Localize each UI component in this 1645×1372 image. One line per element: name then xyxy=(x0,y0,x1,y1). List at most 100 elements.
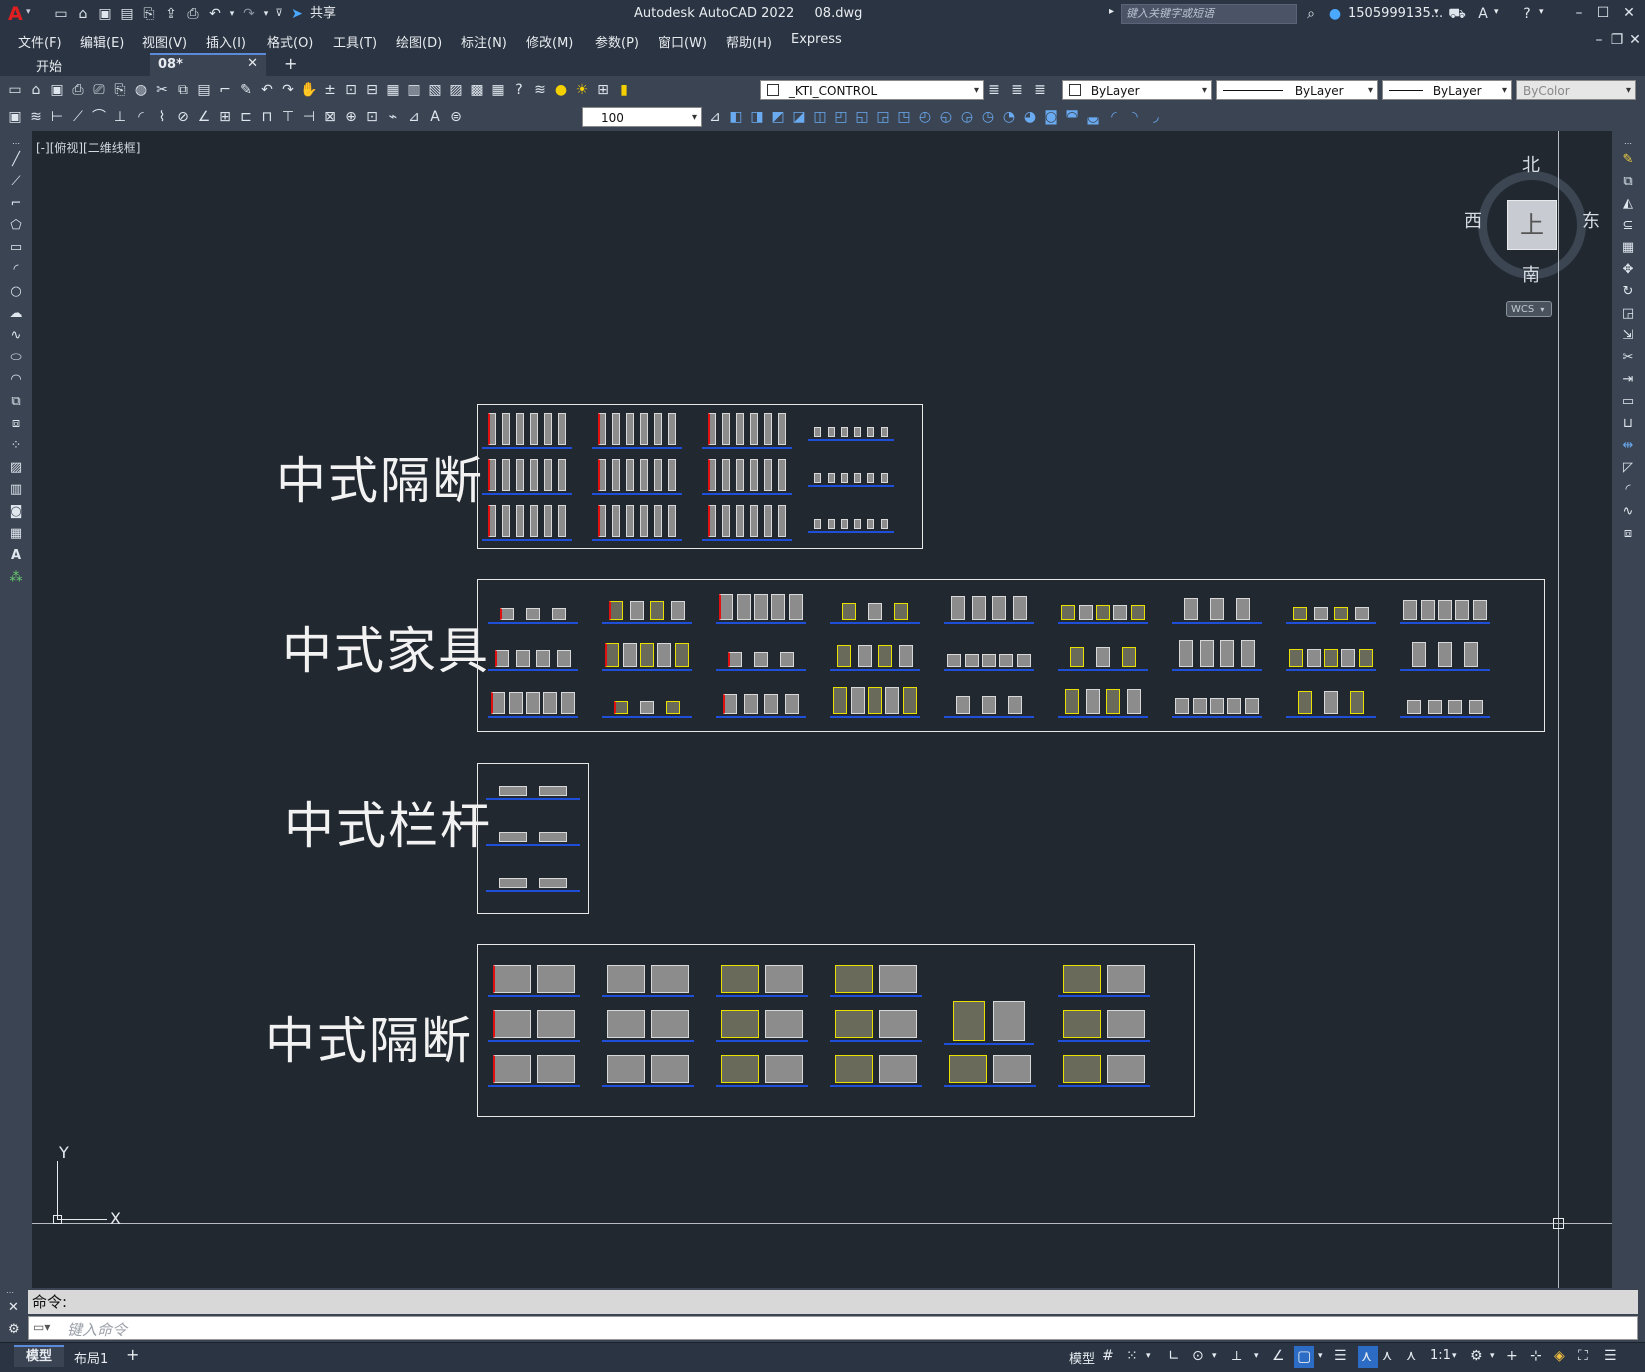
doc-minimize-icon[interactable]: – xyxy=(1590,31,1608,49)
clean-icon[interactable]: ◔ xyxy=(1000,108,1018,126)
layer-dropdown[interactable]: _KTI_CONTROL ▾ xyxy=(760,80,984,100)
partition-block[interactable] xyxy=(592,409,682,449)
export-icon[interactable]: ⎘ xyxy=(140,5,158,23)
layer-freeze-sun-icon[interactable]: ☀ xyxy=(573,81,591,99)
furniture-block[interactable] xyxy=(944,633,1034,671)
new-tab-plus-icon[interactable]: + xyxy=(284,54,297,73)
subtract-icon[interactable]: ◩ xyxy=(769,108,787,126)
partition-block[interactable] xyxy=(482,501,572,541)
rotate-faces-icon[interactable]: ◳ xyxy=(895,108,913,126)
circle-icon[interactable]: ○ xyxy=(7,283,25,301)
menu-tools[interactable]: 工具(T) xyxy=(333,32,377,51)
partition-arch-block[interactable] xyxy=(944,1053,1036,1087)
customization-menu-icon[interactable]: ☰ xyxy=(1604,1348,1617,1364)
copy-object-icon[interactable]: ⧉ xyxy=(1619,173,1637,191)
partition-block[interactable] xyxy=(702,501,792,541)
partition-arch-block[interactable] xyxy=(488,963,580,997)
tolerance-icon[interactable]: ⊠ xyxy=(321,108,339,126)
clean-screen-icon[interactable]: ⛶ xyxy=(1578,1348,1588,1364)
break-at-point-icon[interactable]: ▭ xyxy=(1619,393,1637,411)
furniture-block[interactable] xyxy=(1058,633,1148,671)
tab-close-icon[interactable]: ✕ xyxy=(247,56,258,71)
user-dropdown-icon[interactable]: ▾ xyxy=(1434,7,1439,17)
shell-icon[interactable]: ◙ xyxy=(1042,108,1060,126)
table-icon[interactable]: ▦ xyxy=(7,525,25,543)
ellipse-icon[interactable]: ⬭ xyxy=(7,349,25,367)
erase-icon[interactable]: ✎ xyxy=(1619,151,1637,169)
menu-insert[interactable]: 插入(I) xyxy=(206,32,246,51)
copy-faces-icon[interactable]: ◵ xyxy=(937,108,955,126)
layer-lock-icon[interactable]: ▮ xyxy=(615,81,633,99)
plot-publish-icon[interactable]: ⎘ xyxy=(111,81,129,99)
menu-format[interactable]: 格式(O) xyxy=(267,32,313,51)
markup-icon[interactable]: ▩ xyxy=(468,81,486,99)
jogged-icon[interactable]: ⌇ xyxy=(153,108,171,126)
radius-icon[interactable]: ◜ xyxy=(132,108,150,126)
tb-undo-icon[interactable]: ↶ xyxy=(258,81,276,99)
autodesk-dropdown-icon[interactable]: ▾ xyxy=(1494,7,1499,17)
ortho-icon[interactable]: ∟ xyxy=(1168,1348,1180,1364)
plotstyle-dropdown[interactable]: ByColor ▾ xyxy=(1516,80,1636,100)
extrude-faces-icon[interactable]: ◫ xyxy=(811,108,829,126)
revision-cloud-icon[interactable]: ☁ xyxy=(7,305,25,323)
partition-arch-block[interactable] xyxy=(830,1008,922,1042)
furniture-block[interactable] xyxy=(602,680,692,718)
menu-dimension[interactable]: 标注(N) xyxy=(461,32,507,51)
menu-modify[interactable]: 修改(M) xyxy=(526,32,573,51)
intersect-icon[interactable]: ◪ xyxy=(790,108,808,126)
annotation-monitor-icon[interactable]: + xyxy=(1506,1348,1518,1364)
maximize-icon[interactable]: ☐ xyxy=(1594,4,1612,22)
layer-state-icon[interactable]: ≣ xyxy=(1031,81,1049,99)
share-label[interactable]: 共享 xyxy=(310,5,336,23)
furniture-block[interactable] xyxy=(830,633,920,671)
furniture-block[interactable] xyxy=(1286,633,1376,671)
rotate-icon[interactable]: ↻ xyxy=(1619,283,1637,301)
partition-arch-block[interactable] xyxy=(602,1008,694,1042)
viewcube-top-face[interactable]: 上 xyxy=(1507,200,1557,250)
auto-scale-icon[interactable]: ⋏ xyxy=(1382,1348,1392,1364)
join-icon[interactable]: ⇹ xyxy=(1619,437,1637,455)
autocad-logo[interactable]: A xyxy=(8,3,23,25)
annotation-scale-value[interactable]: 1:1 xyxy=(1430,1348,1451,1363)
undo-icon[interactable]: ↶ xyxy=(206,5,224,23)
menu-window[interactable]: 窗口(W) xyxy=(658,32,707,51)
baseline-icon[interactable]: ⊏ xyxy=(237,108,255,126)
globe-icon[interactable]: ◍ xyxy=(132,81,150,99)
furniture-block[interactable] xyxy=(1400,633,1490,671)
multiline-text-icon[interactable]: A xyxy=(7,547,25,565)
compass-south[interactable]: 南 xyxy=(1522,261,1540,287)
furniture-block[interactable] xyxy=(602,633,692,671)
furniture-block[interactable] xyxy=(1400,680,1490,718)
tb-redo-icon[interactable]: ↷ xyxy=(279,81,297,99)
linetype-dropdown[interactable]: ByLayer ▾ xyxy=(1216,80,1378,100)
furniture-block[interactable] xyxy=(488,633,578,671)
railing-block[interactable] xyxy=(486,774,580,800)
furniture-block[interactable] xyxy=(830,586,920,624)
compass-east[interactable]: 东 xyxy=(1582,207,1600,233)
furniture-block[interactable] xyxy=(944,680,1034,718)
construction-line-icon[interactable]: ⟋ xyxy=(7,173,25,191)
units-icon[interactable]: ⊹ xyxy=(1530,1348,1542,1364)
object-snap-button[interactable]: ▢ xyxy=(1294,1346,1314,1368)
save-as-icon[interactable]: ▤ xyxy=(118,5,136,23)
make-current-layer-icon[interactable]: ≣ xyxy=(985,81,1003,99)
publish-icon[interactable]: ⇪ xyxy=(162,5,180,23)
fillet-icon[interactable]: ◜ xyxy=(1619,481,1637,499)
command-close-icon[interactable]: ✕ xyxy=(8,1300,19,1315)
partition-block[interactable] xyxy=(808,465,894,487)
add-layout-plus-icon[interactable]: + xyxy=(126,1345,139,1364)
print-icon[interactable]: ⎙ xyxy=(69,81,87,99)
dim-edit-icon[interactable]: ⊿ xyxy=(405,108,423,126)
arc-length-icon[interactable]: ⌒ xyxy=(90,108,108,126)
menu-express[interactable]: Express xyxy=(791,32,842,47)
partition-arch-block[interactable] xyxy=(1058,1008,1150,1042)
share-icon[interactable]: ➤ xyxy=(288,5,306,23)
offset-faces-icon[interactable]: ◱ xyxy=(853,108,871,126)
cut-icon[interactable]: ✂ xyxy=(153,81,171,99)
furniture-block[interactable] xyxy=(1172,633,1262,671)
help-dropdown-icon[interactable]: ▾ xyxy=(1539,7,1544,17)
calculator-icon[interactable]: ▦ xyxy=(489,81,507,99)
scale-icon[interactable]: ◲ xyxy=(1619,305,1637,323)
add-selected-icon[interactable]: ⁂ xyxy=(7,569,25,587)
rectangle-icon[interactable]: ▭ xyxy=(7,239,25,257)
